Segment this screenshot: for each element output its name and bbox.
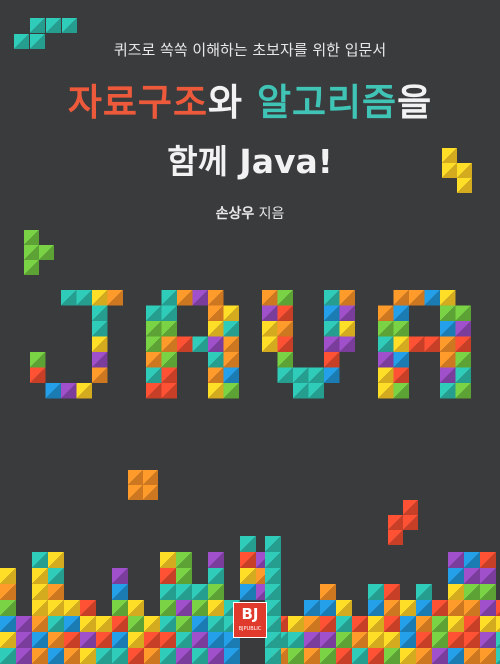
art-letter-a-4 <box>378 290 471 399</box>
book-title-line1: 자료구조와 알고리즘을 <box>0 72 500 126</box>
author-suffix: 지음 <box>254 206 285 222</box>
title-part-data-structure: 자료구조 <box>67 81 209 124</box>
title-part-particle: 을 <box>397 81 433 124</box>
publisher-name: BJPUBLIC <box>238 626 262 632</box>
art-letter-v-3 <box>262 290 355 399</box>
book-cover: 퀴즈로 쏙쏙 이해하는 초보자를 위한 입문서 자료구조와 알고리즘을 함께 J… <box>0 0 500 664</box>
art-letter-a-2 <box>146 290 239 399</box>
art-letter-j-1 <box>30 290 123 399</box>
publisher-logo: BJ BJPUBLIC <box>233 602 267 638</box>
title-part-and: 와 <box>208 81 257 124</box>
author-credit: 손상우 지음 <box>0 203 500 223</box>
publisher-logo-mark: BJ <box>241 605 259 623</box>
author-name: 손상우 <box>215 206 255 222</box>
book-title-line2: 함께 Java! <box>167 142 333 181</box>
title-part-algorithm: 알고리즘 <box>256 81 398 124</box>
subtitle: 퀴즈로 쏙쏙 이해하는 초보자를 위한 입문서 <box>113 41 387 59</box>
